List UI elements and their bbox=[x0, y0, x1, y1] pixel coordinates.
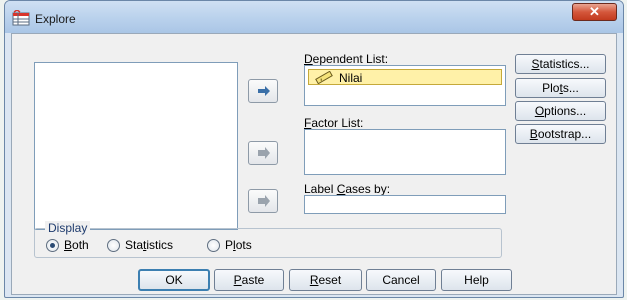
window-title: Explore bbox=[35, 12, 76, 26]
statistics-radio-label[interactable]: Statistics bbox=[125, 238, 173, 252]
move-to-factor-button[interactable] bbox=[248, 141, 278, 165]
ok-button[interactable]: OK bbox=[138, 269, 210, 291]
move-to-label-button[interactable] bbox=[248, 189, 278, 213]
help-button[interactable]: Help bbox=[441, 269, 512, 291]
label-cases-label: Label Cases by: bbox=[304, 182, 391, 196]
arrow-right-icon bbox=[258, 147, 270, 159]
dependent-list-label: Dependent List: bbox=[304, 52, 389, 66]
explore-table-icon bbox=[12, 9, 30, 26]
reset-button[interactable]: Reset bbox=[289, 269, 362, 291]
cancel-button[interactable]: Cancel bbox=[366, 269, 436, 291]
dialog-body: Dependent List: Nilai Factor List: Label… bbox=[11, 33, 617, 295]
options-button[interactable]: Options... bbox=[515, 101, 606, 121]
statistics-button[interactable]: Statistics... bbox=[515, 54, 606, 74]
plots-button[interactable]: Plots... bbox=[515, 78, 606, 98]
paste-button[interactable]: Paste bbox=[214, 269, 284, 291]
display-legend: Display bbox=[45, 221, 91, 235]
both-radio-label[interactable]: Both bbox=[64, 238, 89, 252]
ruler-scale-icon bbox=[315, 70, 333, 87]
move-to-dependent-button[interactable] bbox=[248, 79, 278, 103]
title-bar[interactable]: Explore ✕ bbox=[5, 1, 623, 33]
factor-list-label: Factor List: bbox=[304, 116, 364, 130]
plots-radio-label[interactable]: Plots bbox=[225, 238, 252, 252]
close-icon: ✕ bbox=[589, 4, 600, 19]
factor-list[interactable] bbox=[304, 129, 506, 175]
dependent-list[interactable]: Nilai bbox=[304, 65, 506, 106]
variable-label: Nilai bbox=[339, 71, 363, 85]
list-item[interactable]: Nilai bbox=[308, 69, 502, 85]
bootstrap-button[interactable]: Bootstrap... bbox=[515, 124, 606, 144]
source-variable-list[interactable] bbox=[34, 62, 238, 230]
plots-radio[interactable] bbox=[207, 239, 220, 252]
display-group: Display Both Statistics Plots bbox=[34, 221, 502, 258]
arrow-right-icon bbox=[258, 195, 270, 207]
both-radio[interactable] bbox=[46, 239, 59, 252]
arrow-right-icon bbox=[258, 86, 270, 96]
explore-dialog: Explore ✕ Dependent List: Nilai Factor L… bbox=[4, 0, 624, 298]
statistics-radio[interactable] bbox=[107, 239, 120, 252]
label-cases-field[interactable] bbox=[304, 195, 506, 214]
close-button[interactable]: ✕ bbox=[572, 3, 617, 21]
